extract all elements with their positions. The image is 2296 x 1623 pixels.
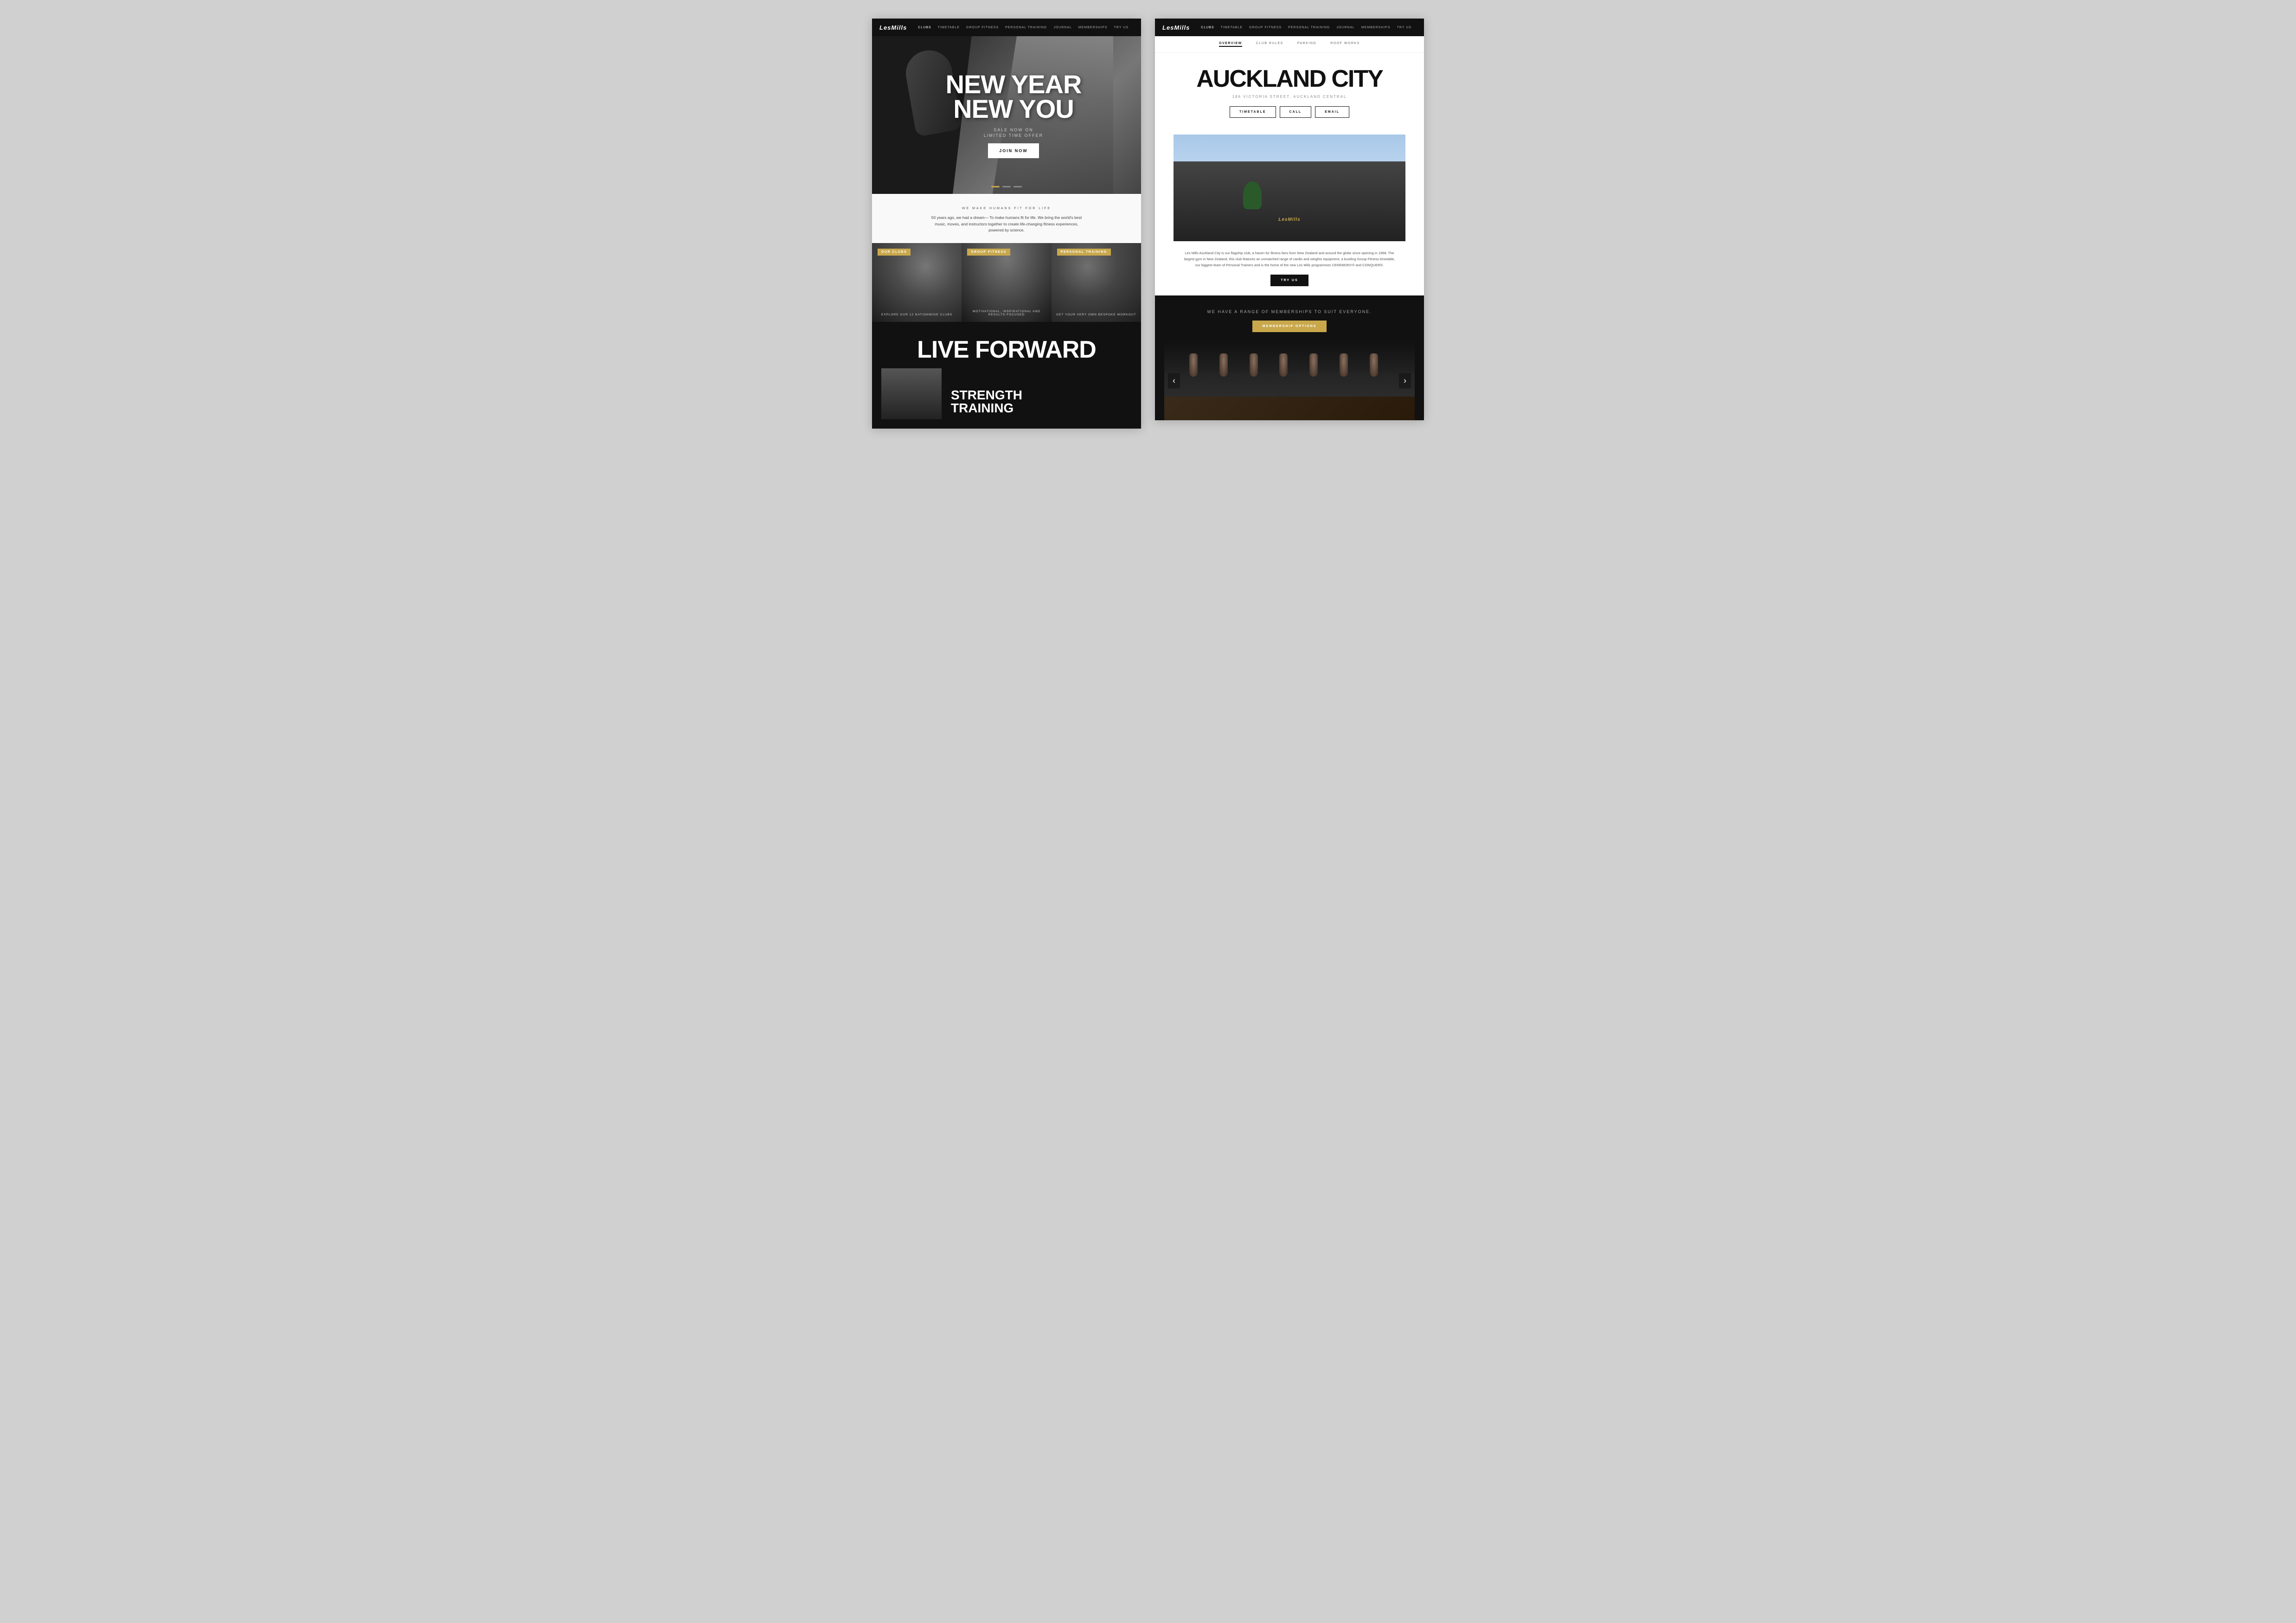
hero-join-button[interactable]: JOIN NOW (988, 143, 1039, 158)
left-nav-try-us[interactable]: TRY US (1114, 26, 1129, 29)
memberships-section: WE HAVE A RANGE OF MEMBERSHIPS TO SUIT E… (1155, 295, 1424, 420)
live-forward-section: LIVE FORWARD (872, 322, 1141, 373)
left-panel: LesMills CLUBS TIMETABLE GROUP FITNESS P… (872, 19, 1141, 429)
card-3-desc: GET YOUR VERY OWN BESPOKE WORKOUT (1052, 313, 1141, 316)
right-nav-group-fitness[interactable]: GROUP FITNESS (1249, 26, 1282, 29)
hero-title: NEW YEAR NEW YOU (886, 72, 1141, 121)
left-nav-group-fitness[interactable]: GROUP FITNESS (966, 26, 999, 29)
hanging-bag-5 (1309, 353, 1318, 377)
hero-sale-text: SALE NOW ON (886, 128, 1141, 132)
hanging-bag-2 (1219, 353, 1228, 377)
tagline-eyebrow: WE MAKE HUMANS FIT FOR LIFE (881, 207, 1132, 210)
left-nav-personal-training[interactable]: PERSONAL TRAINING (1005, 26, 1047, 29)
sub-nav-parking[interactable]: PARKING (1297, 42, 1317, 47)
right-nav-try-us[interactable]: TRY US (1397, 26, 1411, 29)
sub-nav: OVERVIEW CLUB RULES PARKING ROOF WORKS (1155, 36, 1424, 53)
left-nav-clubs[interactable]: CLUBS (918, 26, 931, 29)
card-personal-training[interactable]: PERSONAL TRAINING GET YOUR VERY OWN BESP… (1052, 243, 1141, 322)
email-button[interactable]: EMAIL (1315, 106, 1349, 118)
strength-image (881, 368, 942, 419)
cards-row: OUR CLUBS EXPLORE OUR 12 NATIONWIDE CLUB… (872, 243, 1141, 322)
club-image: LesMills (1174, 135, 1405, 241)
club-image-sign: LesMills (1278, 217, 1300, 222)
right-nav-clubs[interactable]: CLUBS (1201, 26, 1214, 29)
strength-section: STRENGTH TRAINING (872, 373, 1141, 429)
call-button[interactable]: CALL (1280, 106, 1312, 118)
sub-nav-overview[interactable]: OVERVIEW (1219, 42, 1242, 47)
hanging-bag-1 (1189, 353, 1198, 377)
card-group-fitness[interactable]: GROUP FITNESS MOTIVATIONAL, INSPIRATIONA… (962, 243, 1051, 322)
card-1-label: OUR CLUBS (878, 249, 911, 256)
card-1-desc: EXPLORE OUR 12 NATIONWIDE CLUBS (872, 313, 962, 316)
right-panel: LesMills CLUBS TIMETABLE GROUP FITNESS P… (1155, 19, 1424, 420)
tagline-body: 50 years ago, we had a dream— To make hu… (928, 215, 1085, 234)
sub-nav-club-rules[interactable]: CLUB RULES (1256, 42, 1283, 47)
card-our-clubs[interactable]: OUR CLUBS EXPLORE OUR 12 NATIONWIDE CLUB… (872, 243, 962, 322)
hanging-bag-4 (1279, 353, 1288, 377)
memberships-title: WE HAVE A RANGE OF MEMBERSHIPS TO SUIT E… (1164, 309, 1415, 314)
strength-title-line2: TRAINING (951, 402, 1022, 415)
right-nav-journal[interactable]: JOURNAL (1336, 26, 1355, 29)
club-image-building (1174, 161, 1405, 242)
timetable-button[interactable]: TIMETABLE (1230, 106, 1276, 118)
card-2-label: GROUP FITNESS (967, 249, 1010, 256)
left-nav-timetable[interactable]: TIMETABLE (938, 26, 960, 29)
right-nav: LesMills CLUBS TIMETABLE GROUP FITNESS P… (1155, 19, 1424, 36)
club-description: Les Mills Auckland City is our flagship … (1183, 250, 1396, 268)
hero-offer-text: LIMITED TIME OFFER (886, 133, 1141, 138)
hanging-bag-6 (1340, 353, 1348, 377)
hero-dot-3[interactable] (1013, 186, 1022, 187)
card-3-label: PERSONAL TRAINING (1057, 249, 1111, 256)
hero-dot-2[interactable] (1002, 186, 1011, 187)
membership-options-button[interactable]: MEMBERSHIP OPTIONS (1252, 321, 1327, 332)
strength-label-block: STRENGTH TRAINING (951, 389, 1022, 419)
left-logo[interactable]: LesMills (879, 24, 907, 31)
hero-title-line2: NEW YOU (953, 94, 1074, 123)
live-forward-title: LIVE FORWARD (881, 336, 1132, 364)
club-address: 186 VICTORIA STREET, AUCKLAND CENTRAL (1174, 95, 1405, 99)
sub-nav-roof-works[interactable]: ROOF WORKS (1330, 42, 1360, 47)
left-nav: LesMills CLUBS TIMETABLE GROUP FITNESS P… (872, 19, 1141, 36)
club-detail: AUCKLAND CITY 186 VICTORIA STREET, AUCKL… (1155, 53, 1424, 135)
right-nav-timetable[interactable]: TIMETABLE (1221, 26, 1243, 29)
gym-floor (1164, 397, 1415, 420)
strength-title-line1: STRENGTH (951, 389, 1022, 402)
gym-interior-image: ‹ › (1164, 341, 1415, 420)
club-desc-section: Les Mills Auckland City is our flagship … (1155, 241, 1424, 295)
club-name: AUCKLAND CITY (1174, 67, 1405, 91)
club-actions: TIMETABLE CALL EMAIL (1174, 106, 1405, 118)
left-nav-memberships[interactable]: MEMBERSHIPS (1078, 26, 1108, 29)
hero-dot-1[interactable] (991, 186, 1000, 187)
right-nav-memberships[interactable]: MEMBERSHIPS (1361, 26, 1391, 29)
right-nav-personal-training[interactable]: PERSONAL TRAINING (1288, 26, 1330, 29)
right-logo[interactable]: LesMills (1162, 24, 1190, 31)
club-image-tree (1243, 181, 1262, 209)
hero-dots (991, 186, 1022, 187)
tagline-section: WE MAKE HUMANS FIT FOR LIFE 50 years ago… (872, 194, 1141, 243)
hanging-bag-7 (1370, 353, 1378, 377)
hero-section: NEW YEAR NEW YOU SALE NOW ON LIMITED TIM… (872, 36, 1141, 194)
hanging-bag-3 (1250, 353, 1258, 377)
hero-content: NEW YEAR NEW YOU SALE NOW ON LIMITED TIM… (872, 72, 1141, 158)
carousel-prev-button[interactable]: ‹ (1168, 373, 1180, 389)
card-2-desc: MOTIVATIONAL, INSPIRATIONAL AND RESULTS-… (962, 310, 1051, 316)
try-us-button[interactable]: TRY US (1270, 275, 1308, 286)
carousel-next-button[interactable]: › (1399, 373, 1411, 389)
left-nav-journal[interactable]: JOURNAL (1053, 26, 1072, 29)
